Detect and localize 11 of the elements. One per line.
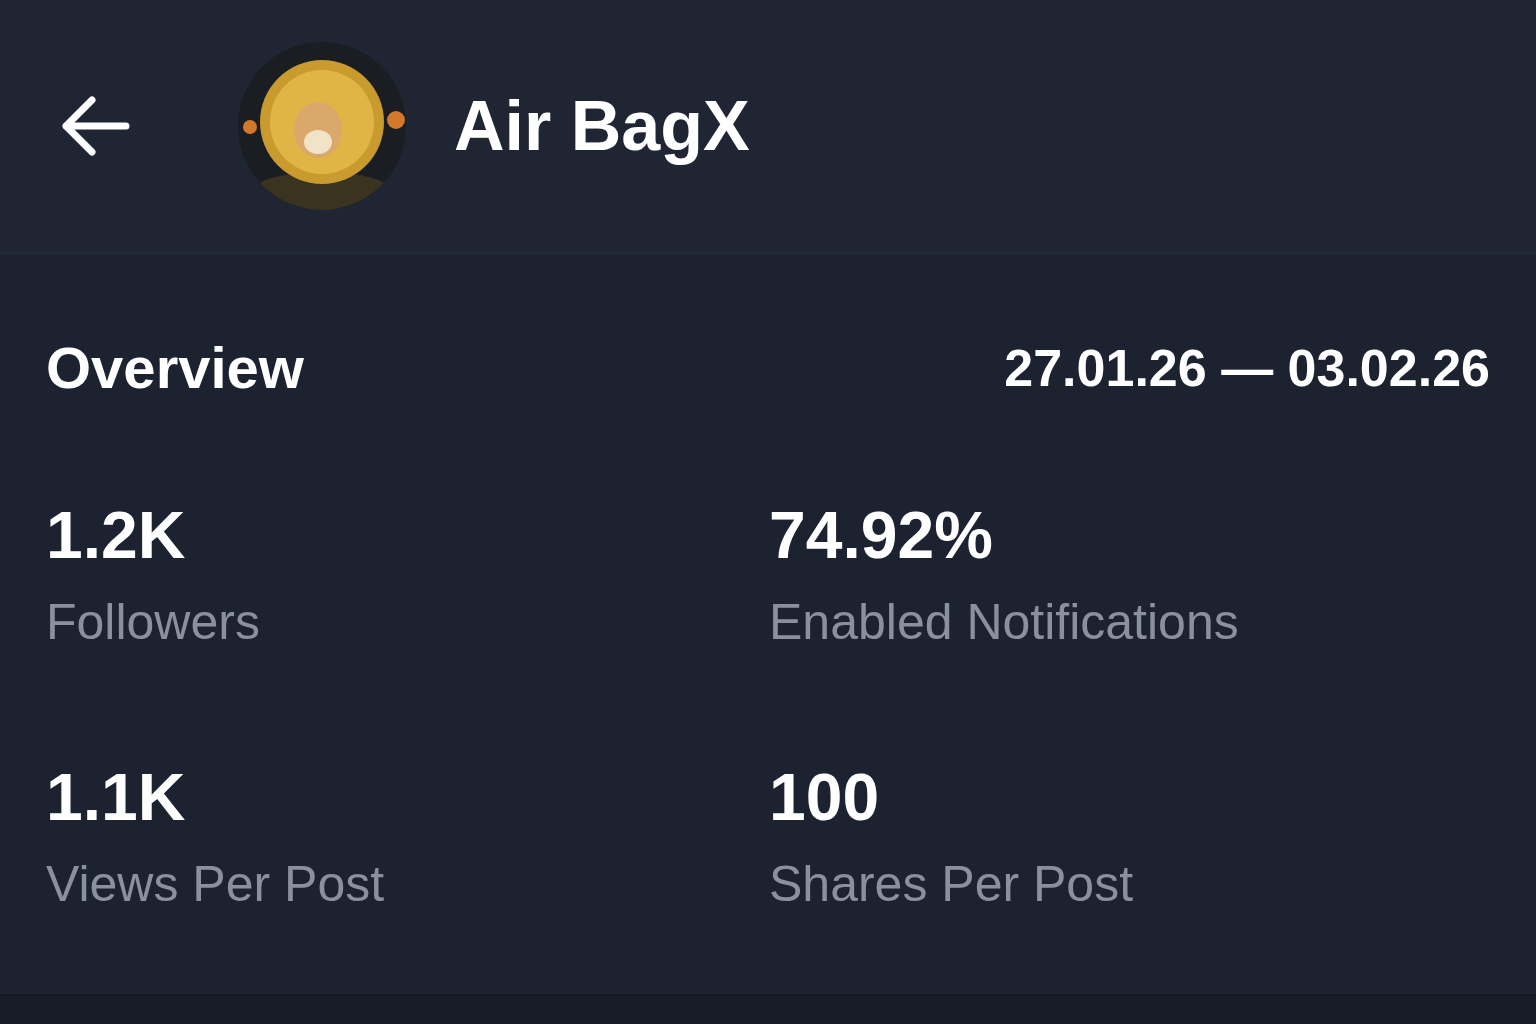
date-range: 27.01.26 — 03.02.26	[1004, 337, 1490, 398]
section-title: Overview	[46, 334, 304, 401]
stat-value: 1.2K	[46, 497, 187, 573]
channel-title: Air BagX	[454, 86, 750, 166]
stat-value: 100	[769, 759, 881, 835]
stat-label: Followers	[46, 593, 261, 651]
stat-value: 1.1K	[46, 759, 187, 835]
stat-label: Views Per Post	[46, 855, 386, 913]
stat-label: Enabled Notifications	[769, 593, 1240, 651]
stat-value: 74.92%	[769, 497, 994, 573]
stat-label: Shares Per Post	[769, 855, 1135, 913]
